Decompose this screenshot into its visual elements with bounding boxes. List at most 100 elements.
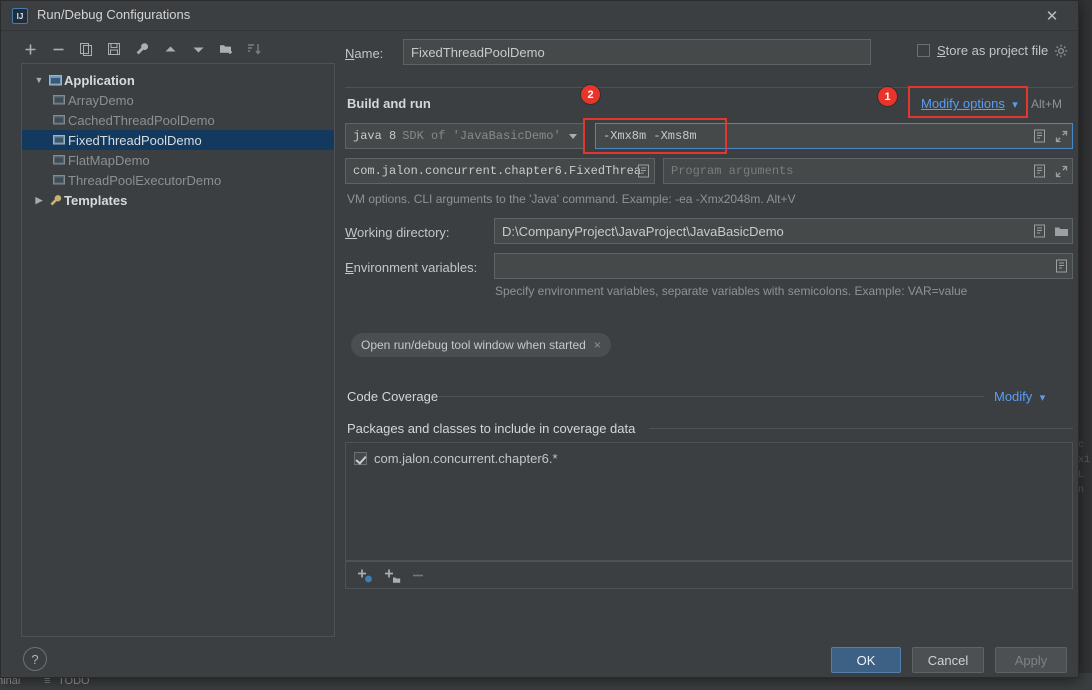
- tree-item-label: ThreadPoolExecutorDemo: [68, 172, 222, 188]
- checkbox-box[interactable]: [917, 44, 930, 57]
- move-down-button[interactable]: [187, 37, 209, 61]
- save-configuration-button[interactable]: [103, 37, 125, 61]
- main-class-value: com.jalon.concurrent.chapter6.FixedThrea: [353, 164, 642, 178]
- section-divider: [649, 428, 1073, 429]
- tree-item-label: FlatMapDemo: [68, 152, 150, 168]
- coverage-list-item[interactable]: com.jalon.concurrent.chapter6.*: [354, 451, 558, 466]
- annotation-badge-2: 2: [581, 85, 600, 104]
- add-class-button[interactable]: [356, 567, 373, 589]
- checkbox-box[interactable]: [354, 452, 367, 465]
- environment-variables-label: Environment variables:: [345, 260, 478, 275]
- expand-editor-icon[interactable]: [1053, 163, 1069, 179]
- ide-right-edge: [1078, 0, 1092, 672]
- annotation-badge-1: 1: [878, 87, 897, 106]
- run-config-icon: [50, 94, 68, 106]
- coverage-packages-list[interactable]: com.jalon.concurrent.chapter6.*: [345, 442, 1073, 561]
- name-input[interactable]: FixedThreadPoolDemo: [403, 39, 871, 65]
- ok-button[interactable]: OK: [831, 647, 901, 673]
- add-package-button[interactable]: [383, 567, 401, 589]
- tree-item-cachedthreadpooldemo[interactable]: CachedThreadPoolDemo: [22, 110, 334, 130]
- build-and-run-title: Build and run: [347, 96, 431, 111]
- vm-options-hint: VM options. CLI arguments to the 'Java' …: [347, 192, 796, 206]
- expand-list-icon[interactable]: [1031, 223, 1047, 239]
- configurations-tree[interactable]: ▼ Application ArrayDemo CachedThreadPool…: [21, 63, 335, 637]
- chevron-down-icon[interactable]: [569, 134, 577, 139]
- close-icon[interactable]: ×: [594, 338, 601, 352]
- remove-entry-button[interactable]: [411, 567, 426, 589]
- chevron-right-icon[interactable]: ▶: [32, 195, 46, 206]
- expand-editor-icon[interactable]: [1053, 128, 1069, 144]
- coverage-packages-title: Packages and classes to include in cover…: [347, 421, 636, 436]
- tree-item-flatmapdemo[interactable]: FlatMapDemo: [22, 150, 334, 170]
- tree-item-label: Application: [64, 72, 135, 88]
- new-folder-button[interactable]: [215, 37, 237, 61]
- tree-item-fixedthreadpooldemo[interactable]: FixedThreadPoolDemo: [22, 130, 334, 150]
- tree-item-label: Templates: [64, 192, 128, 208]
- modify-options-shortcut: Alt+M: [1031, 97, 1063, 111]
- program-arguments-placeholder: Program arguments: [671, 164, 794, 178]
- jre-select[interactable]: java 8 SDK of 'JavaBasicDemo': [345, 123, 585, 149]
- apply-button[interactable]: Apply: [995, 647, 1067, 673]
- tree-item-label: ArrayDemo: [68, 92, 134, 108]
- help-button[interactable]: ?: [23, 647, 47, 671]
- chevron-down-icon[interactable]: ▼: [32, 75, 46, 85]
- expand-list-icon[interactable]: [1031, 128, 1047, 144]
- run-debug-configurations-dialog: IJ Run/Debug Configurations ✕ ▼ Applicat…: [0, 0, 1079, 678]
- sort-configurations-button[interactable]: [243, 37, 265, 61]
- expand-list-icon[interactable]: [1031, 163, 1047, 179]
- chevron-down-icon: ▾: [1012, 99, 1018, 111]
- run-config-icon: [50, 154, 68, 166]
- jre-value-secondary: SDK of 'JavaBasicDemo': [402, 129, 561, 143]
- working-directory-value: D:\CompanyProject\JavaProject\JavaBasicD…: [502, 223, 784, 239]
- name-label: Name:: [345, 46, 383, 61]
- dialog-title: Run/Debug Configurations: [37, 7, 191, 22]
- code-coverage-title: Code Coverage: [347, 389, 439, 404]
- store-as-project-file-checkbox[interactable]: Store as project file: [917, 43, 1048, 58]
- application-icon: [46, 74, 64, 87]
- code-coverage-modify-link[interactable]: Modify ▾: [994, 388, 1045, 406]
- ide-editor-edge-text: c x1 Ln: [1078, 440, 1091, 496]
- remove-configuration-button[interactable]: [47, 37, 69, 61]
- run-config-icon: [50, 174, 68, 186]
- move-up-button[interactable]: [159, 37, 181, 61]
- expand-list-icon[interactable]: [1053, 258, 1069, 274]
- name-input-value: FixedThreadPoolDemo: [411, 44, 545, 60]
- close-icon[interactable]: ✕: [1032, 4, 1072, 28]
- working-directory-label: Working directory:: [345, 225, 450, 240]
- tree-item-application[interactable]: ▼ Application: [22, 70, 334, 90]
- environment-variables-hint: Specify environment variables, separate …: [495, 284, 968, 298]
- name-label-rest: ame:: [354, 46, 384, 61]
- main-class-field[interactable]: com.jalon.concurrent.chapter6.FixedThrea: [345, 158, 655, 184]
- tree-item-threadpoolexecutordemo[interactable]: ThreadPoolExecutorDemo: [22, 170, 334, 190]
- dialog-title-bar: IJ Run/Debug Configurations ✕: [1, 1, 1078, 31]
- environment-variables-input[interactable]: [494, 253, 1073, 279]
- intellij-idea-icon: IJ: [12, 8, 28, 24]
- modify-options-link[interactable]: Modify options ▾: [921, 95, 1018, 113]
- coverage-item-label: com.jalon.concurrent.chapter6.*: [374, 451, 558, 466]
- vm-options-value: -Xmx8m -Xms8m: [603, 129, 697, 143]
- working-directory-input[interactable]: D:\CompanyProject\JavaProject\JavaBasicD…: [494, 218, 1073, 244]
- tree-item-templates[interactable]: ▶ Templates: [22, 190, 334, 210]
- code-coverage-modify-label: Modify: [994, 389, 1033, 404]
- section-divider: [345, 87, 1073, 88]
- modify-options-label: Modify options: [921, 96, 1005, 111]
- tree-item-arraydemo[interactable]: ArrayDemo: [22, 90, 334, 110]
- name-label-mnemonic: N: [345, 46, 355, 61]
- browse-class-icon[interactable]: [635, 163, 651, 179]
- option-tag-label: Open run/debug tool window when started: [361, 338, 586, 352]
- vm-options-field[interactable]: -Xmx8m -Xms8m: [595, 123, 1073, 149]
- gear-icon[interactable]: [1053, 43, 1069, 59]
- option-tag-open-run-debug-tool-window[interactable]: Open run/debug tool window when started …: [351, 333, 611, 357]
- coverage-toolbar: [345, 561, 1073, 589]
- edit-templates-button[interactable]: [131, 37, 153, 61]
- program-arguments-field[interactable]: Program arguments: [663, 158, 1073, 184]
- copy-configuration-button[interactable]: [75, 37, 97, 61]
- cancel-button[interactable]: Cancel: [912, 647, 984, 673]
- configuration-form: Name: FixedThreadPoolDemo Store as proje…: [345, 37, 1073, 637]
- browse-folder-icon[interactable]: [1053, 223, 1069, 239]
- wrench-icon: [46, 194, 64, 207]
- add-configuration-button[interactable]: [19, 37, 41, 61]
- screen: cx1Ln minal ≡ TODO IJ Run/Debug Configur…: [0, 0, 1092, 690]
- run-config-icon: [50, 114, 68, 126]
- section-divider: [439, 396, 984, 397]
